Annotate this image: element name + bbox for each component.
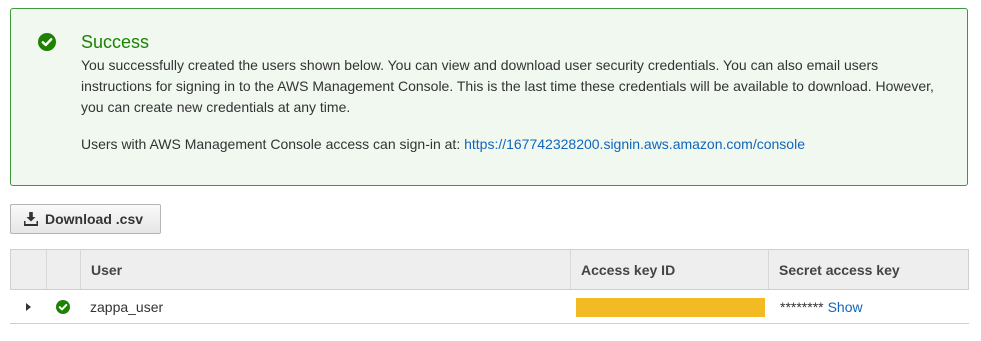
table-row: zappa_user ******** Show bbox=[10, 290, 969, 324]
secret-mask: ******** bbox=[780, 299, 824, 315]
header-user[interactable]: User bbox=[81, 250, 571, 289]
header-secret-access-key[interactable]: Secret access key bbox=[769, 250, 968, 289]
redacted-access-key bbox=[576, 297, 765, 317]
signin-url-link[interactable]: https://167742328200.signin.aws.amazon.c… bbox=[464, 136, 805, 152]
secret-access-key-cell: ******** Show bbox=[768, 290, 967, 324]
row-expand-cell[interactable] bbox=[10, 290, 46, 324]
show-secret-link[interactable]: Show bbox=[828, 299, 863, 315]
header-access-key-id[interactable]: Access key ID bbox=[571, 250, 769, 289]
download-icon bbox=[24, 212, 38, 226]
signin-prefix: Users with AWS Management Console access… bbox=[81, 136, 461, 152]
users-table: User Access key ID Secret access key zap… bbox=[10, 249, 969, 324]
row-status-cell bbox=[46, 290, 80, 324]
download-csv-label: Download .csv bbox=[45, 211, 144, 227]
download-csv-button[interactable]: Download .csv bbox=[10, 204, 161, 234]
check-circle-icon bbox=[38, 33, 56, 51]
access-key-id-cell bbox=[576, 290, 766, 324]
header-expand-cell bbox=[11, 250, 47, 289]
table-header: User Access key ID Secret access key bbox=[10, 249, 969, 290]
header-status-cell bbox=[47, 250, 81, 289]
signin-line: Users with AWS Management Console access… bbox=[81, 134, 805, 155]
alert-message: You successfully created the users shown… bbox=[81, 57, 934, 115]
success-alert: Success You successfully created the use… bbox=[10, 8, 968, 186]
alert-title: Success bbox=[81, 32, 150, 52]
caret-right-icon[interactable] bbox=[25, 303, 31, 311]
check-circle-icon bbox=[56, 300, 70, 314]
user-name-cell: zappa_user bbox=[90, 299, 164, 315]
